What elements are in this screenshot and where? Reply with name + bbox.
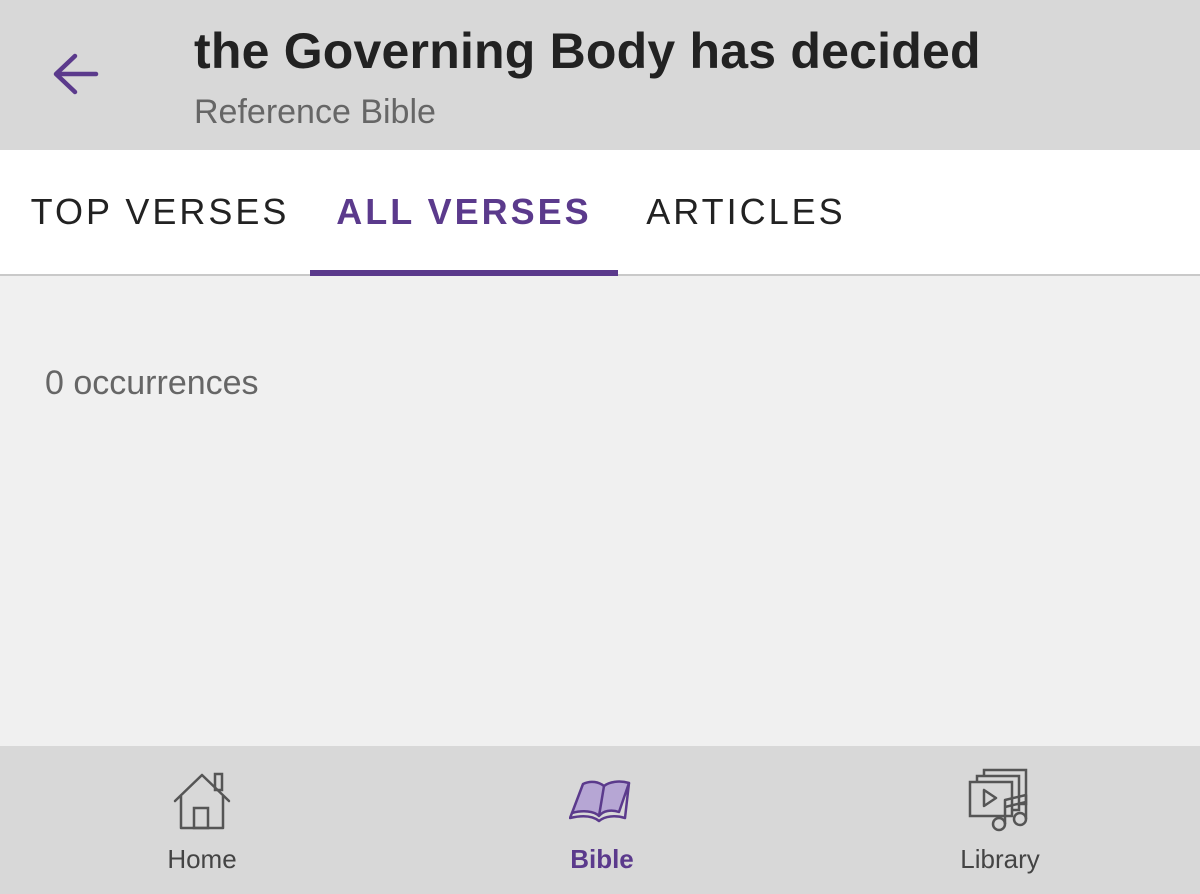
nav-label-bible: Bible <box>570 844 634 874</box>
nav-label-library: Library <box>960 844 1040 874</box>
tab-all-verses[interactable]: ALL VERSES <box>310 150 618 274</box>
library-icon <box>965 766 1035 836</box>
page-title: the Governing Body has decided <box>194 23 981 79</box>
results-panel: 0 occurrences <box>0 276 1200 746</box>
occurrences-count: 0 occurrences <box>45 364 259 402</box>
nav-label-home: Home <box>167 844 237 874</box>
nav-item-bible[interactable]: Bible <box>402 746 802 894</box>
tab-bar: TOP VERSES ALL VERSES ARTICLES <box>0 150 1200 276</box>
back-button[interactable] <box>38 38 114 114</box>
home-icon <box>167 766 237 836</box>
screen: the Governing Body has decided Reference… <box>0 0 1200 894</box>
bottom-nav: Home Bible Library <box>0 746 1200 894</box>
nav-item-library[interactable]: Library <box>800 746 1200 894</box>
arrow-left-icon <box>51 52 101 101</box>
tab-top-verses[interactable]: TOP VERSES <box>0 150 312 274</box>
bible-icon <box>567 766 637 836</box>
tab-articles[interactable]: ARTICLES <box>618 150 874 274</box>
nav-item-home[interactable]: Home <box>2 746 402 894</box>
page-subtitle: Reference Bible <box>194 93 436 131</box>
app-header: the Governing Body has decided Reference… <box>0 0 1200 150</box>
